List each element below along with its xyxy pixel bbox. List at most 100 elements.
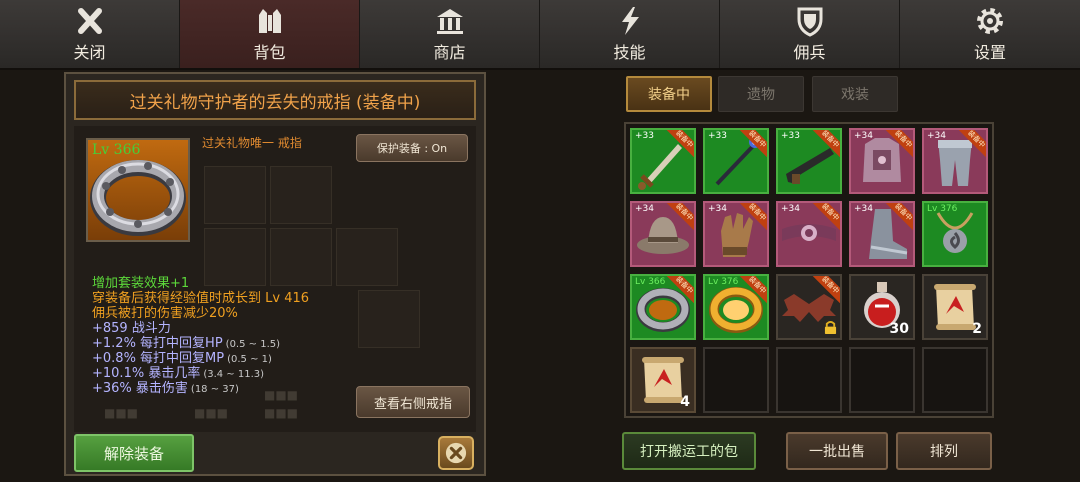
stat-line: +1.2% 每打中回复HP (0.5 ~ 1.5) bbox=[92, 336, 372, 351]
item-title: 过关礼物守护者的丢失的戒指 (装备中) bbox=[129, 92, 421, 113]
tab-shop-label: 商店 bbox=[433, 43, 466, 62]
tab-skills[interactable]: 技能 bbox=[540, 0, 720, 68]
enhance-level-tag: +33 bbox=[708, 131, 727, 141]
inventory-slot[interactable]: Lv 376 bbox=[922, 201, 988, 267]
gear-icon bbox=[977, 8, 1003, 34]
skill-icon bbox=[621, 7, 639, 35]
stat-range: (0.5 ~ 1) bbox=[227, 354, 272, 365]
unequip-button[interactable]: 解除装备 bbox=[74, 434, 194, 472]
open-porter-bag-button[interactable]: 打开搬运工的包 bbox=[622, 432, 756, 470]
inventory-slot[interactable]: +33 装备中 bbox=[703, 128, 769, 194]
item-stats: 增加套装效果+1 穿装备后获得经验值时成长到 Lv 416 佣兵被打的伤害减少20%… bbox=[92, 276, 372, 396]
ghost-slot bbox=[204, 166, 266, 224]
stat-line: +0.8% 每打中回复MP (0.5 ~ 1) bbox=[92, 351, 372, 366]
stat-text: 佣兵被打的伤害减少20% bbox=[92, 306, 238, 321]
inventory-slot[interactable]: +33 装备中 bbox=[630, 128, 696, 194]
inventory-slot[interactable]: +34 装备中 bbox=[776, 201, 842, 267]
stat-text: +0.8% 每打中回复MP bbox=[92, 351, 225, 366]
shop-icon bbox=[436, 9, 463, 34]
sort-button[interactable]: 排列 bbox=[896, 432, 992, 470]
tab-settings[interactable]: 设置 bbox=[900, 0, 1080, 68]
item-detail-body: ■■■ ■■■ ■■■ ■■■ Lv 366 过关礼物唯一 戒指 保护装备 : … bbox=[74, 126, 476, 432]
item-detail-panel: 过关礼物守护者的丢失的戒指 (装备中) ■■■ ■■■ ■■■ ■■■ Lv 3… bbox=[64, 72, 486, 476]
enhance-level-tag: +34 bbox=[635, 204, 654, 214]
enhance-level-tag: +33 bbox=[781, 131, 800, 141]
ghost-text: ■■■ bbox=[104, 406, 139, 420]
enhance-level-tag: +34 bbox=[854, 204, 873, 214]
inventory-slot-empty[interactable] bbox=[703, 347, 769, 413]
stat-text: +36% 暴击伤害 bbox=[92, 381, 188, 396]
tab-mercenary-label: 佣兵 bbox=[793, 43, 826, 62]
enhance-level-tag: +34 bbox=[708, 204, 727, 214]
item-quantity: 4 bbox=[680, 394, 690, 410]
stat-text: 增加套装效果+1 bbox=[92, 276, 190, 291]
close-icon bbox=[445, 442, 467, 464]
inventory-slot-empty[interactable] bbox=[849, 347, 915, 413]
item-icon-frame: Lv 366 bbox=[86, 138, 190, 242]
inventory-slot[interactable]: +34 装备中 bbox=[922, 128, 988, 194]
enhance-level-tag: +33 bbox=[635, 131, 654, 141]
tab-shop[interactable]: 商店 bbox=[360, 0, 540, 68]
inventory-slot[interactable]: 4 bbox=[630, 347, 696, 413]
top-navigation: 关闭 背包 商店 技能 佣兵 设置 bbox=[0, 0, 1080, 70]
ghost-text: ■■■ bbox=[264, 406, 299, 420]
stat-text: +1.2% 每打中回复HP bbox=[92, 336, 223, 351]
tab-backpack-label: 背包 bbox=[253, 43, 286, 62]
item-quantity: 30 bbox=[889, 321, 909, 337]
stat-text: +10.1% 暴击几率 bbox=[92, 366, 201, 381]
inventory-slot[interactable]: +34 装备中 bbox=[630, 201, 696, 267]
stat-range: (18 ~ 37) bbox=[190, 384, 239, 395]
inventory-slot[interactable]: 2 bbox=[922, 274, 988, 340]
stat-line: 佣兵被打的伤害减少20% bbox=[92, 306, 372, 321]
tab-relics[interactable]: 遗物 bbox=[718, 76, 804, 112]
inventory-grid: +33 装备中 +33 装备中 +33 装备中 +34 装备中 +34 装备中 +34 装备中 +34 装… bbox=[624, 122, 994, 418]
inventory-slot[interactable]: Lv 366 装备中 bbox=[630, 274, 696, 340]
stat-text: +859 战斗力 bbox=[92, 321, 171, 336]
ghost-text: ■■■ bbox=[194, 406, 229, 420]
inventory-slot[interactable]: +34 装备中 bbox=[849, 201, 915, 267]
stat-line: +859 战斗力 bbox=[92, 321, 372, 336]
tab-skills-label: 技能 bbox=[613, 43, 646, 62]
stat-range: (0.5 ~ 1.5) bbox=[225, 339, 281, 350]
inventory-slot-empty[interactable] bbox=[776, 347, 842, 413]
tab-mercenary[interactable]: 佣兵 bbox=[720, 0, 900, 68]
tab-backpack[interactable]: 背包 bbox=[180, 0, 360, 68]
lock-icon bbox=[824, 321, 837, 334]
stat-line: +36% 暴击伤害 (18 ~ 37) bbox=[92, 381, 372, 396]
close-icon bbox=[77, 8, 102, 34]
tab-close[interactable]: 关闭 bbox=[0, 0, 180, 68]
inventory-slot-empty[interactable] bbox=[922, 347, 988, 413]
enhance-level-tag: +34 bbox=[854, 131, 873, 141]
item-subtitle: 过关礼物唯一 戒指 bbox=[202, 136, 302, 150]
inventory-slot[interactable]: Lv 376 装备中 bbox=[703, 274, 769, 340]
bulk-sell-button[interactable]: 一批出售 bbox=[786, 432, 888, 470]
close-popup-button[interactable] bbox=[438, 436, 474, 470]
inventory-slot[interactable]: +34 装备中 bbox=[849, 128, 915, 194]
backpack-icon bbox=[258, 9, 281, 33]
protect-equipment-toggle[interactable]: 保护装备 : On bbox=[356, 134, 468, 162]
tab-settings-label: 设置 bbox=[973, 43, 1006, 62]
inventory-slot[interactable]: +33 装备中 bbox=[776, 128, 842, 194]
item-level-tag: Lv 366 bbox=[635, 277, 666, 287]
stat-line: 穿装备后获得经验值时成长到 Lv 416 bbox=[92, 291, 372, 306]
item-level-tag: Lv 376 bbox=[927, 204, 958, 214]
tab-close-label: 关闭 bbox=[73, 43, 106, 62]
inventory-slot[interactable]: 30 bbox=[849, 274, 915, 340]
stat-line: +10.1% 暴击几率 (3.4 ~ 11.3) bbox=[92, 366, 372, 381]
stat-range: (3.4 ~ 11.3) bbox=[203, 369, 265, 380]
tab-equipped[interactable]: 装备中 bbox=[626, 76, 712, 112]
view-right-ring-button[interactable]: 查看右侧戒指 bbox=[356, 386, 470, 418]
enhance-level-tag: +34 bbox=[927, 131, 946, 141]
ghost-slot bbox=[270, 166, 332, 224]
item-level: Lv 366 bbox=[92, 142, 141, 158]
tab-costume[interactable]: 戏装 bbox=[812, 76, 898, 112]
item-title-bar: 过关礼物守护者的丢失的戒指 (装备中) bbox=[74, 80, 476, 120]
inventory-slot[interactable]: 装备中 bbox=[776, 274, 842, 340]
shield-icon bbox=[797, 7, 822, 37]
enhance-level-tag: +34 bbox=[781, 204, 800, 214]
stat-line: 增加套装效果+1 bbox=[92, 276, 372, 291]
item-quantity: 2 bbox=[972, 321, 982, 337]
item-level-tag: Lv 376 bbox=[708, 277, 739, 287]
stat-text: 穿装备后获得经验值时成长到 Lv 416 bbox=[92, 291, 310, 306]
inventory-slot[interactable]: +34 装备中 bbox=[703, 201, 769, 267]
